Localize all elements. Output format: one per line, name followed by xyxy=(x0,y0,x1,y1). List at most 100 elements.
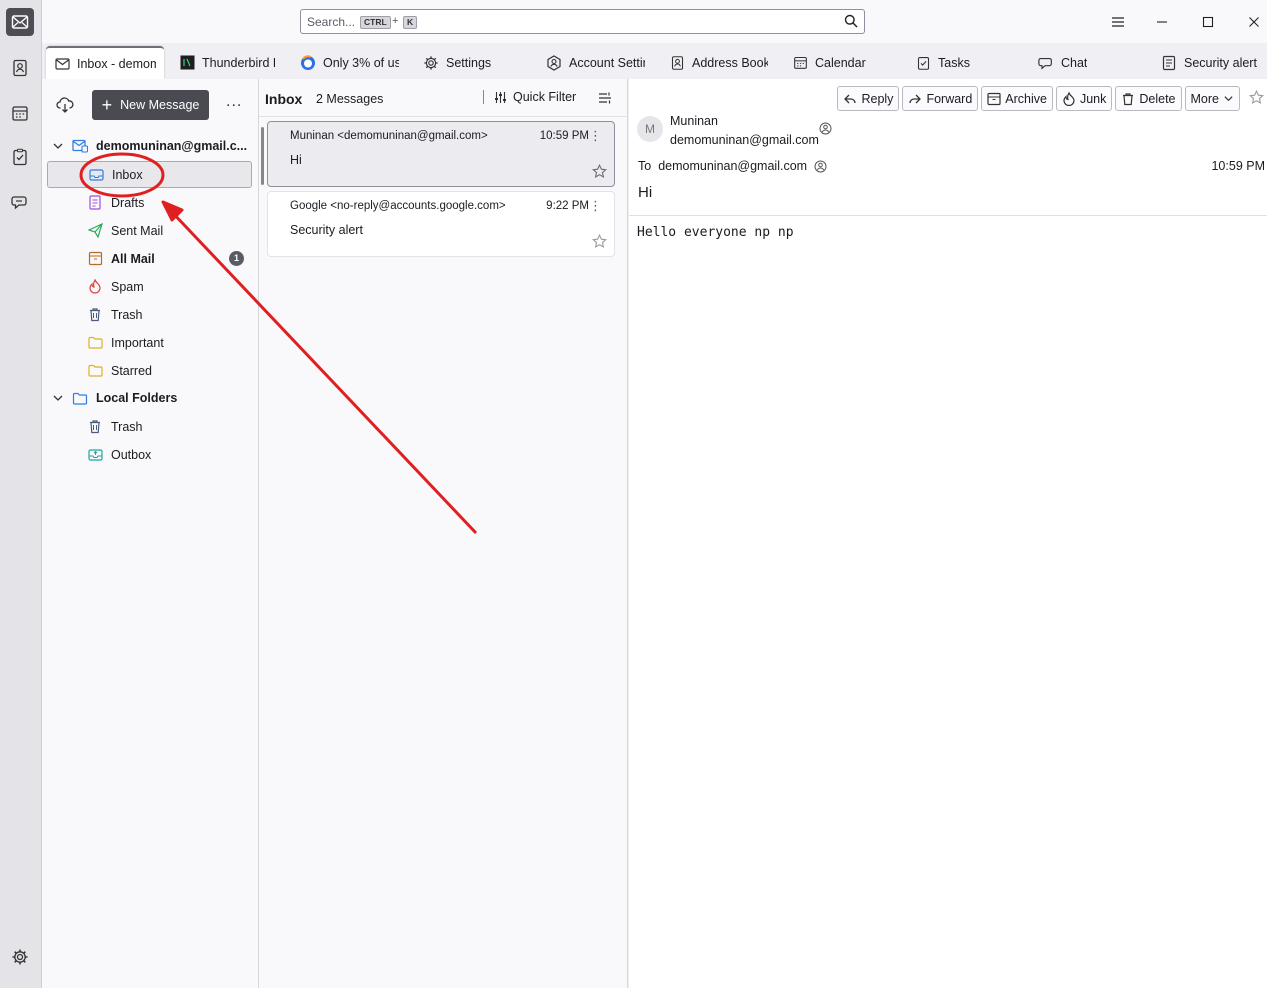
app-menu-button[interactable] xyxy=(1108,12,1128,32)
maximize-button[interactable] xyxy=(1198,12,1218,32)
tab-label: Account Settings xyxy=(569,55,645,70)
folder-trash[interactable]: Trash xyxy=(47,301,252,328)
folder-inbox[interactable]: Inbox xyxy=(47,161,252,188)
folder-title: Inbox xyxy=(265,91,303,107)
folder-starred[interactable]: Starred xyxy=(47,357,252,384)
folder-label: Sent Mail xyxy=(111,223,164,238)
message-subject: Security alert xyxy=(290,223,363,237)
sender-name[interactable]: Muninan xyxy=(670,114,718,128)
message-subject: Hi xyxy=(290,153,302,167)
add-contact-icon[interactable] xyxy=(814,160,827,173)
get-messages-button[interactable] xyxy=(56,96,76,116)
local-folders-name: Local Folders xyxy=(96,391,178,405)
folder-local-trash[interactable]: Trash xyxy=(47,413,252,440)
account-row[interactable]: demomuninan@gmail.c... xyxy=(52,134,247,158)
sender-email[interactable]: demomuninan@gmail.com xyxy=(670,133,819,147)
list-options-icon xyxy=(599,92,611,104)
minimize-icon xyxy=(1157,21,1167,23)
pane-splitter[interactable] xyxy=(261,127,264,185)
reply-icon xyxy=(844,94,857,103)
local-folders-row[interactable]: Local Folders xyxy=(52,386,177,410)
shortcut-ctrl-key: CTRL xyxy=(360,16,391,29)
tab-label: Thunderbird Pro xyxy=(202,55,275,70)
folder-all-mail[interactable]: All Mail 1 xyxy=(47,245,252,272)
inbox-icon xyxy=(88,167,104,183)
chevron-down-icon xyxy=(1224,96,1233,102)
recipient-line: To demomuninan@gmail.com xyxy=(638,159,827,173)
gear-icon xyxy=(12,949,28,965)
star-icon[interactable] xyxy=(592,233,607,252)
tab-thunderbird-pro[interactable]: Thunderbird Pro xyxy=(171,46,283,79)
new-message-button[interactable]: + New Message xyxy=(92,90,209,120)
spaces-toolbar xyxy=(0,0,42,988)
message-row[interactable]: Google <no-reply@accounts.google.com> 9:… xyxy=(267,191,615,257)
folder-outbox[interactable]: Outbox xyxy=(47,441,252,468)
delete-label: Delete xyxy=(1139,91,1176,106)
folder-spam[interactable]: Spam xyxy=(47,273,252,300)
quick-filter-button[interactable]: Quick Filter xyxy=(483,90,576,104)
folder-label: Important xyxy=(111,335,164,350)
close-button[interactable] xyxy=(1244,12,1264,32)
minimize-button[interactable] xyxy=(1152,12,1172,32)
mail-space-button[interactable] xyxy=(6,8,34,36)
search-input[interactable]: Search... CTRL + K xyxy=(300,9,865,34)
delete-button[interactable]: Delete xyxy=(1115,86,1182,111)
folder-important[interactable]: Important xyxy=(47,329,252,356)
tab-label: Calendar xyxy=(815,55,866,70)
folder-sent-mail[interactable]: Sent Mail xyxy=(47,217,252,244)
message-sender: Muninan <demomuninan@gmail.com> xyxy=(290,130,488,142)
forward-label: Forward xyxy=(926,91,973,106)
archive-button[interactable]: Archive xyxy=(981,86,1053,111)
kebab-menu-icon[interactable]: ⋮ xyxy=(589,198,602,214)
recipient-address[interactable]: demomuninan@gmail.com xyxy=(658,159,807,173)
local-folders-icon xyxy=(72,392,88,405)
tab-account-settings[interactable]: Account Settings xyxy=(538,46,653,79)
star-icon[interactable] xyxy=(1249,89,1264,108)
calendar-icon xyxy=(12,106,28,121)
tab-label: Security alert xyxy=(1184,55,1257,70)
message-list-pane: Inbox 2 Messages Quick Filter Muninan <d… xyxy=(259,79,628,988)
mail-account-icon xyxy=(72,139,88,153)
star-icon[interactable] xyxy=(592,163,607,182)
shortcut-plus: + xyxy=(392,15,399,27)
message-list-header: Inbox 2 Messages Quick Filter xyxy=(259,79,628,117)
close-icon xyxy=(1249,17,1259,27)
message-count: 2 Messages xyxy=(316,92,384,106)
folder-drafts[interactable]: Drafts xyxy=(47,189,252,216)
chevron-down-icon xyxy=(53,395,63,401)
tasks-space-button[interactable] xyxy=(6,143,34,171)
address-book-space-button[interactable] xyxy=(6,54,34,82)
reading-pane: Reply Forward Archive Junk Delete More M… xyxy=(629,79,1267,988)
tab-only-3-percent[interactable]: Only 3% of users xyxy=(292,46,407,79)
tab-security-alert[interactable]: Security alert xyxy=(1153,46,1267,79)
address-book-icon xyxy=(13,59,27,77)
message-header-toolbar: Reply Forward Archive Junk Delete More xyxy=(837,86,1240,111)
add-contact-icon[interactable] xyxy=(819,122,832,138)
tab-label: Tasks xyxy=(938,55,970,70)
avatar: M xyxy=(637,116,663,142)
tasks-icon xyxy=(915,55,931,71)
spam-icon xyxy=(87,279,103,295)
tab-tasks[interactable]: Tasks xyxy=(907,46,1022,79)
settings-space-button[interactable] xyxy=(6,943,34,971)
tab-address-book[interactable]: Address Book xyxy=(661,46,776,79)
message-row[interactable]: Muninan <demomuninan@gmail.com> 10:59 PM… xyxy=(267,121,615,187)
chat-space-button[interactable] xyxy=(6,188,34,216)
tab-calendar[interactable]: Calendar xyxy=(784,46,899,79)
junk-button[interactable]: Junk xyxy=(1055,86,1113,111)
forward-button[interactable]: Forward xyxy=(902,86,979,111)
sent-icon xyxy=(87,223,103,239)
calendar-space-button[interactable] xyxy=(6,99,34,127)
tab-chat[interactable]: Chat xyxy=(1030,46,1145,79)
reply-button[interactable]: Reply xyxy=(837,86,900,111)
folder-pane-menu-button[interactable]: ... xyxy=(226,93,242,111)
header-divider xyxy=(629,215,1267,216)
search-icon[interactable] xyxy=(844,14,858,31)
tab-inbox[interactable]: Inbox - demomuninan@gmail.com xyxy=(46,46,164,79)
more-button[interactable]: More xyxy=(1184,86,1240,111)
tab-settings[interactable]: Settings xyxy=(415,46,530,79)
new-message-label: New Message xyxy=(120,98,200,112)
shortcut-k-key: K xyxy=(403,16,418,29)
kebab-menu-icon[interactable]: ⋮ xyxy=(589,128,602,144)
list-display-options-button[interactable] xyxy=(598,91,612,108)
